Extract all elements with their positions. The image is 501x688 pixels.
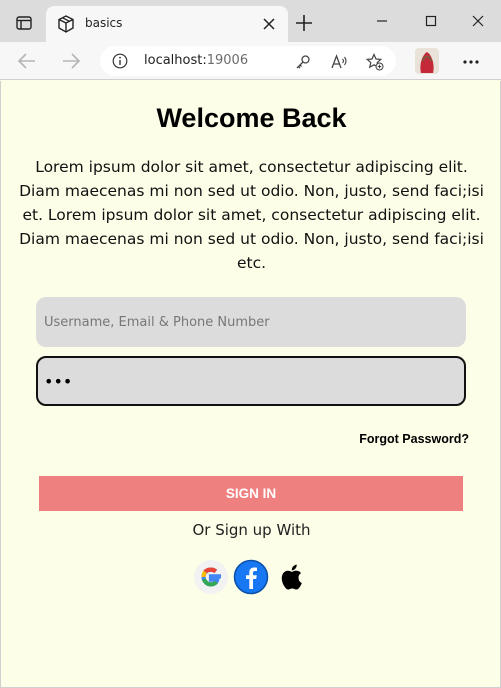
google-icon[interactable]: [193, 559, 229, 595]
sign-in-button[interactable]: SIGN IN: [39, 476, 463, 511]
page-content: Welcome Back Lorem ipsum dolor sit amet,…: [0, 81, 501, 688]
more-options-icon[interactable]: [460, 54, 482, 68]
page-title: Welcome Back: [156, 103, 347, 133]
address-bar[interactable]: localhost:19006: [100, 46, 396, 76]
key-icon[interactable]: [294, 53, 312, 71]
new-tab-icon[interactable]: [293, 12, 315, 34]
password-input[interactable]: [36, 356, 466, 406]
browser-tab[interactable]: basics: [46, 6, 288, 42]
url-host: localhost:: [144, 53, 207, 68]
alt-signup-label: Or Sign up With: [192, 521, 311, 539]
apple-icon[interactable]: [274, 559, 310, 595]
site-info-icon[interactable]: [112, 53, 128, 69]
forgot-password-link[interactable]: Forgot Password?: [359, 432, 469, 446]
profile-avatar[interactable]: [414, 47, 440, 75]
facebook-icon[interactable]: [233, 559, 269, 595]
add-favorite-icon[interactable]: [365, 53, 384, 71]
tab-actions-icon[interactable]: [10, 12, 38, 34]
url-text: localhost:19006: [144, 53, 248, 68]
tab-title: basics: [85, 16, 123, 30]
maximize-icon[interactable]: [419, 10, 443, 32]
minimize-icon[interactable]: [370, 10, 394, 32]
browser-toolbar: localhost:19006: [0, 42, 501, 80]
close-window-icon[interactable]: [466, 10, 490, 32]
intro-text: Lorem ipsum dolor sit amet, consectetur …: [19, 158, 484, 272]
read-aloud-icon[interactable]: [330, 53, 348, 71]
url-port: 19006: [206, 53, 249, 68]
tab-close-icon[interactable]: [261, 16, 277, 32]
username-input[interactable]: [36, 297, 466, 347]
back-arrow-icon[interactable]: [16, 51, 38, 71]
forward-arrow-icon[interactable]: [60, 51, 82, 71]
browser-titlebar: basics: [0, 0, 501, 42]
expo-favicon-icon: [57, 15, 75, 33]
